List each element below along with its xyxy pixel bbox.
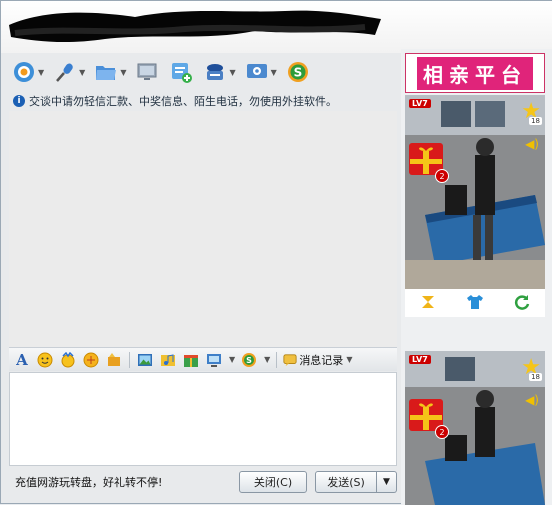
voice-message-icon[interactable] [105,351,123,369]
divider [276,351,278,368]
chevron-down-icon[interactable]: ▼ [229,68,235,77]
chevron-down-icon[interactable]: ▼ [120,68,126,77]
redaction-scribble [9,10,381,43]
magic-emoticon-icon[interactable] [59,351,77,369]
message-history-area[interactable] [9,111,397,347]
divider [129,351,130,368]
remote-assist-button[interactable] [132,57,162,87]
chat-window: ▼ ▼ ▼ ▼ ▼ S i 交谈中请勿轻信汇款、中奖信息、陌生电话，勿使用外挂软… [0,0,552,505]
format-toolbar: A ▼ S ▼ 消息记录 ▼ [9,347,397,371]
send-image-icon[interactable] [136,351,154,369]
soso-button[interactable]: S [283,57,313,87]
svg-text:S: S [246,356,252,365]
webcam-icon [11,59,37,85]
swap-icon[interactable] [419,293,437,314]
screen-share-icon [134,59,160,85]
chevron-down-icon[interactable]: ▼ [38,68,44,77]
title-bar[interactable] [1,1,552,53]
live-video-1[interactable]: LV7 ★ 18 2 ◀) [405,95,545,289]
refresh-icon[interactable] [513,293,531,314]
send-file-button[interactable]: ▼ [91,57,128,87]
volume-icon[interactable]: ◀) [525,137,539,151]
notice-text: 交谈中请勿轻信汇款、中奖信息、陌生电话，勿使用外挂软件。 [29,95,337,108]
soso-s-icon: S [285,59,311,85]
settings-button[interactable]: ▼ [242,57,279,87]
star-count: 18 [529,373,542,381]
gift-count: 2 [435,169,449,183]
folder-icon [93,59,119,85]
video-call-button[interactable]: ▼ [9,57,46,87]
message-input[interactable] [9,372,397,466]
chat-bubble-icon [283,353,297,366]
emoticon-icon[interactable] [36,351,54,369]
send-group: 发送(S) ▼ [315,471,397,493]
promo-link[interactable]: 充值网游玩转盘，好礼转不停! [15,474,239,490]
ad-banner[interactable]: 相亲平台 [405,53,545,93]
toolbar: ▼ ▼ ▼ ▼ ▼ S [9,55,397,89]
shake-window-icon[interactable] [82,351,100,369]
level-badge: LV7 [409,99,431,108]
monitor-settings-icon [244,59,270,85]
live-video-2[interactable]: LV7 ★ 18 2 ◀) [405,351,545,505]
volume-icon[interactable]: ◀) [525,393,539,407]
level-badge: LV7 [409,355,431,364]
chevron-down-icon[interactable]: ▼ [264,355,270,364]
chevron-down-icon[interactable]: ▼ [79,68,85,77]
send-options-button[interactable]: ▼ [377,471,397,493]
send-button[interactable]: 发送(S) [315,471,377,493]
chevron-down-icon: ▼ [346,355,353,364]
svg-text:S: S [293,66,302,80]
music-icon[interactable] [159,351,177,369]
history-label: 消息记录 [299,353,344,367]
shirt-icon[interactable] [466,293,484,314]
user-card-icon [202,59,228,85]
star-count: 18 [529,117,542,125]
video-frame [405,95,545,289]
right-sidebar: 相亲平台 LV7 ★ 18 2 ◀) LV7 ★ 18 2 ◀) [401,49,552,505]
create-discussion-button[interactable] [166,57,196,87]
info-icon: i [13,95,25,107]
message-history-button[interactable]: 消息记录 ▼ [283,352,352,368]
voice-call-button[interactable]: ▼ [50,57,87,87]
close-button[interactable]: 关闭(C) [239,471,307,493]
add-group-icon [168,59,194,85]
screenshot-icon[interactable] [205,351,223,369]
font-icon[interactable]: A [13,351,31,369]
bottom-bar: 充值网游玩转盘，好礼转不停! 关闭(C) 发送(S) ▼ [9,467,397,497]
gift-count: 2 [435,425,449,439]
video-controls [405,289,545,317]
gift-icon[interactable] [182,351,200,369]
microphone-icon [52,59,78,85]
chevron-down-icon[interactable]: ▼ [271,68,277,77]
security-notice: i 交谈中请勿轻信汇款、中奖信息、陌生电话，勿使用外挂软件。 [13,93,399,109]
soso-s-icon[interactable]: S [240,351,258,369]
chevron-down-icon: ▼ [383,477,390,487]
app-button[interactable]: ▼ [200,57,237,87]
ad-text: 相亲平台 [417,56,533,90]
chevron-down-icon[interactable]: ▼ [229,355,235,364]
